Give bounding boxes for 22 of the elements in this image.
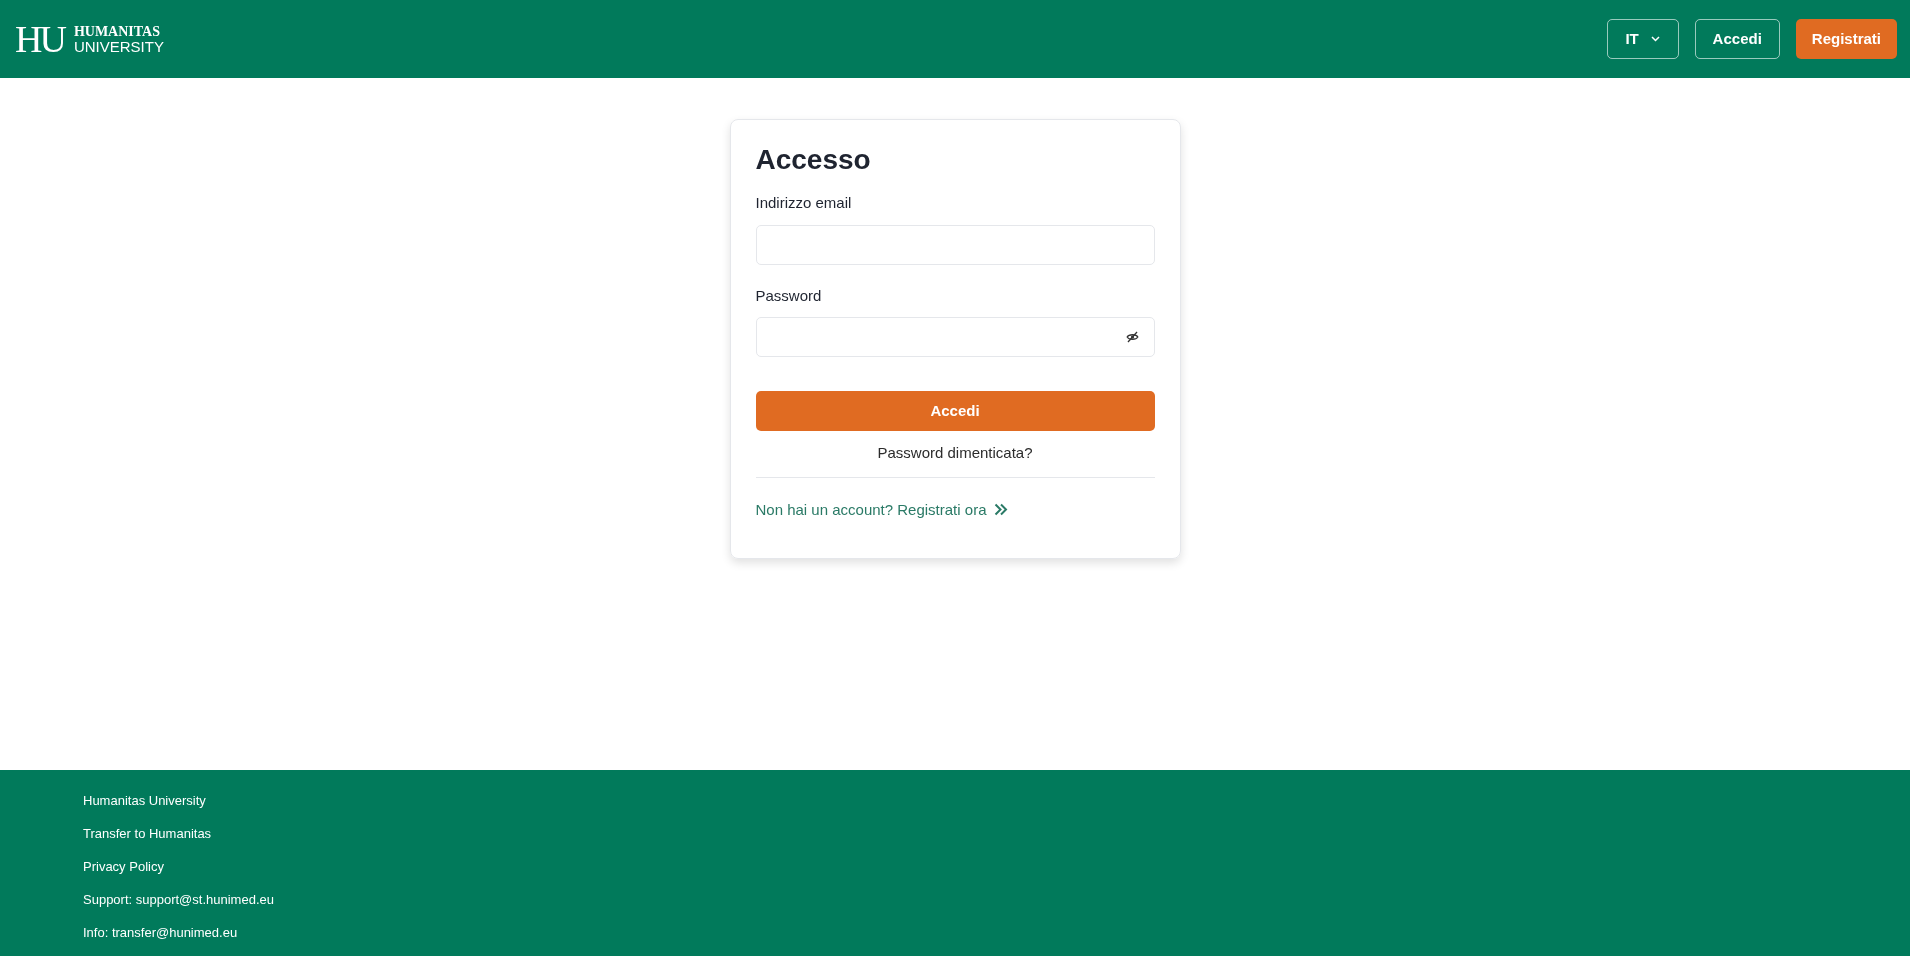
field-label: Password <box>755 285 823 306</box>
login-button[interactable]: Accedi <box>755 391 1155 431</box>
login-button[interactable]: Accedi <box>1694 19 1780 59</box>
eye-slash-icon[interactable] <box>1125 331 1139 343</box>
footer-link[interactable]: Support: support@st.hunimed.eu <box>83 891 274 909</box>
logo-text: UNIVERSITY <box>73 38 164 54</box>
password-field[interactable] <box>755 317 1155 357</box>
email-field[interactable] <box>755 224 1155 265</box>
card-title: Accesso <box>755 143 872 177</box>
chevron-down-icon <box>1650 36 1660 42</box>
register-button[interactable]: Registrati <box>1795 19 1897 59</box>
field-label: Indirizzo email <box>755 193 853 213</box>
double-chevron-icon <box>994 503 1009 517</box>
logo-text: HUMANITAS <box>73 24 161 39</box>
footer-link[interactable]: Transfer to Humanitas <box>83 825 212 843</box>
forgot-password-link[interactable]: Password dimenticata? <box>877 442 1033 465</box>
footer-link[interactable]: Humanitas University <box>83 792 206 810</box>
footer-link[interactable]: Info: transfer@hunimed.eu <box>83 924 238 942</box>
language-dropdown[interactable]: IT <box>1606 19 1679 59</box>
footer-link[interactable]: Privacy Policy <box>83 858 164 876</box>
logo-mark: HU <box>15 20 64 58</box>
register-link[interactable]: Non hai un account? Registrati ora <box>755 498 1009 521</box>
